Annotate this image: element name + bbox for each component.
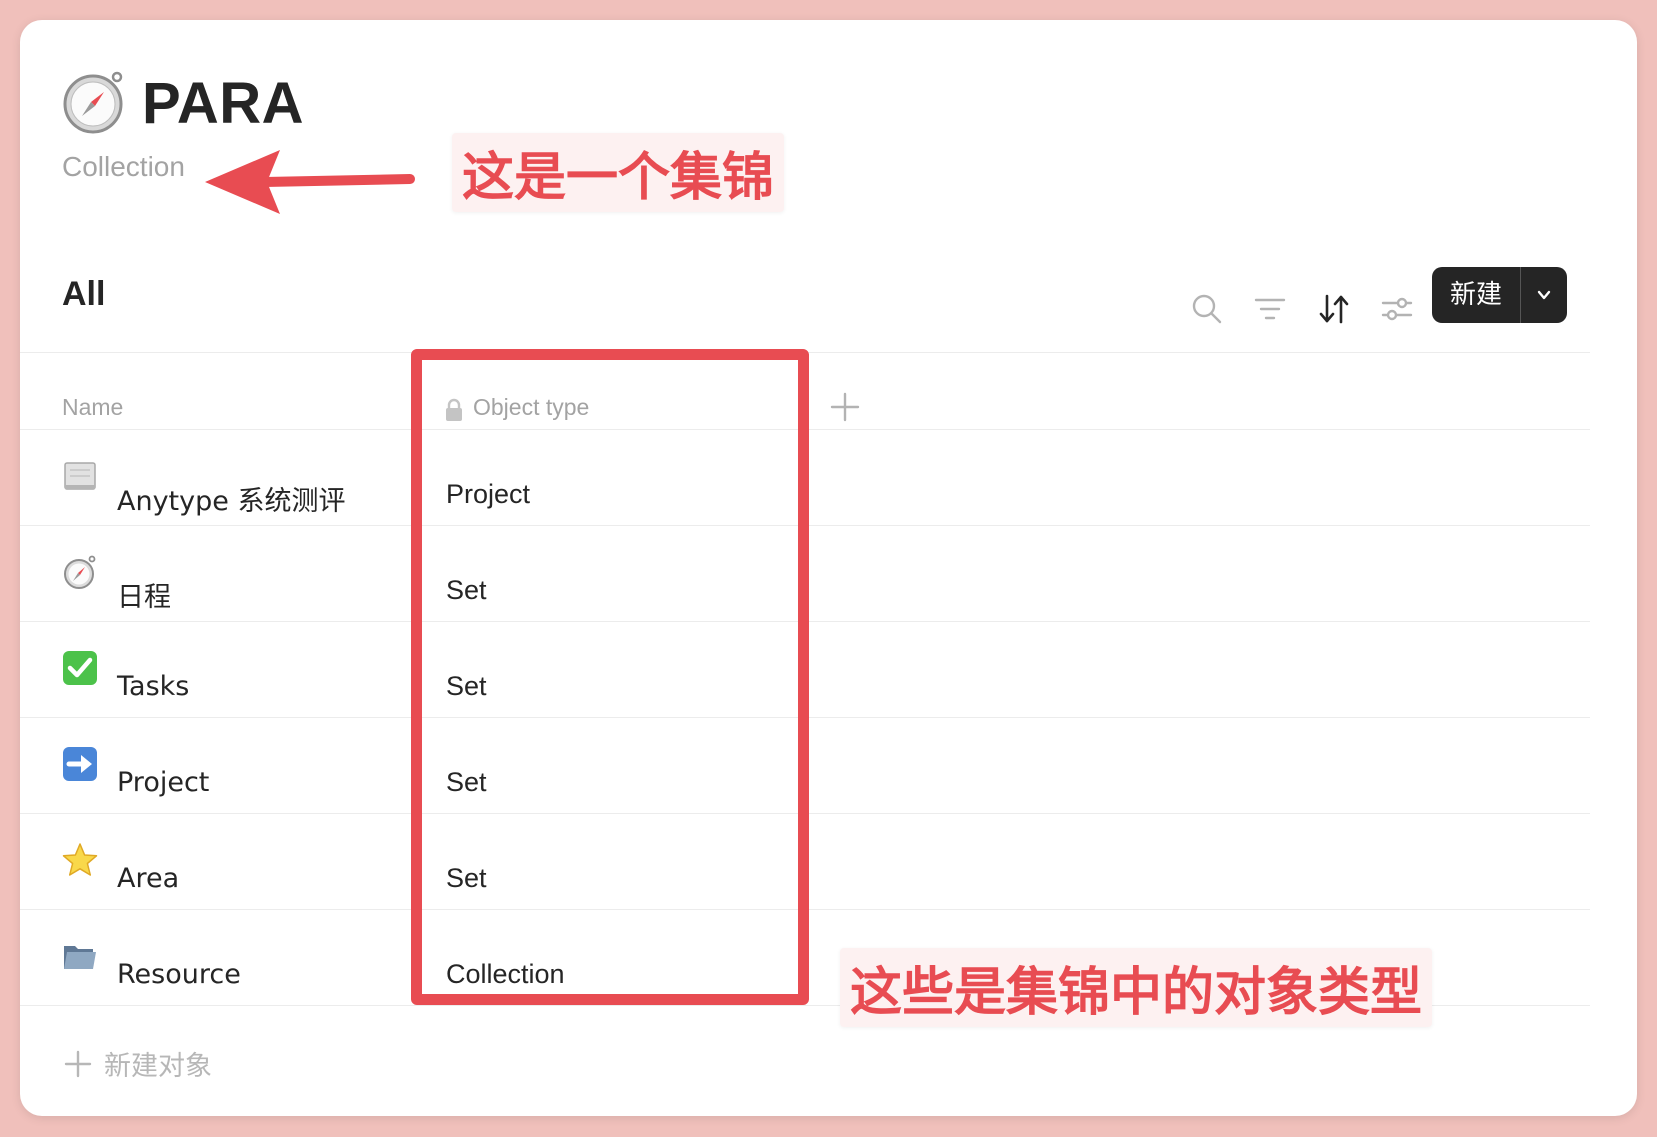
compass-icon xyxy=(64,555,96,589)
settings-sliders-icon[interactable] xyxy=(1380,292,1414,326)
new-object-button[interactable]: 新建 xyxy=(1432,267,1567,323)
annotation-object-types: 这些是集锦中的对象类型 xyxy=(840,948,1433,1027)
add-column-icon[interactable] xyxy=(830,392,860,422)
annotation-highlight-box xyxy=(411,349,809,1005)
folder-icon xyxy=(64,946,96,969)
new-object-label[interactable]: 新建对象 xyxy=(104,1044,212,1083)
new-button-menu[interactable] xyxy=(1521,267,1567,323)
page-type-label: Collection xyxy=(62,151,185,182)
star-icon xyxy=(62,843,98,876)
document-icon xyxy=(64,462,96,490)
column-header-name[interactable]: Name xyxy=(62,394,123,421)
sort-icon[interactable] xyxy=(1317,292,1351,326)
annotation-arrow xyxy=(205,150,415,214)
row-name[interactable]: Area xyxy=(117,863,179,894)
search-icon[interactable] xyxy=(1190,292,1224,326)
filter-icon[interactable] xyxy=(1253,292,1287,326)
row-name[interactable]: Anytype 系统测评 xyxy=(117,479,345,518)
page-title[interactable]: PARA xyxy=(142,70,304,137)
compass-icon[interactable] xyxy=(60,68,126,134)
new-button-label[interactable]: 新建 xyxy=(1432,267,1521,323)
row-name[interactable]: Tasks xyxy=(117,671,189,702)
plus-icon xyxy=(64,1050,92,1077)
arrow-right-icon xyxy=(63,747,97,781)
view-tab-all[interactable]: All xyxy=(62,275,105,314)
new-object-row[interactable]: 新建对象 xyxy=(64,1044,212,1083)
row-name[interactable]: 日程 xyxy=(117,575,171,614)
annotation-collection: 这是一个集锦 xyxy=(452,133,785,212)
row-name[interactable]: Project xyxy=(117,767,209,798)
row-name[interactable]: Resource xyxy=(117,959,241,990)
checkmark-icon xyxy=(63,651,97,685)
chevron-down-icon xyxy=(1537,290,1551,300)
collection-page: PARA Collection 这是一个集锦 All 新建 Name Objec… xyxy=(20,20,1637,1116)
